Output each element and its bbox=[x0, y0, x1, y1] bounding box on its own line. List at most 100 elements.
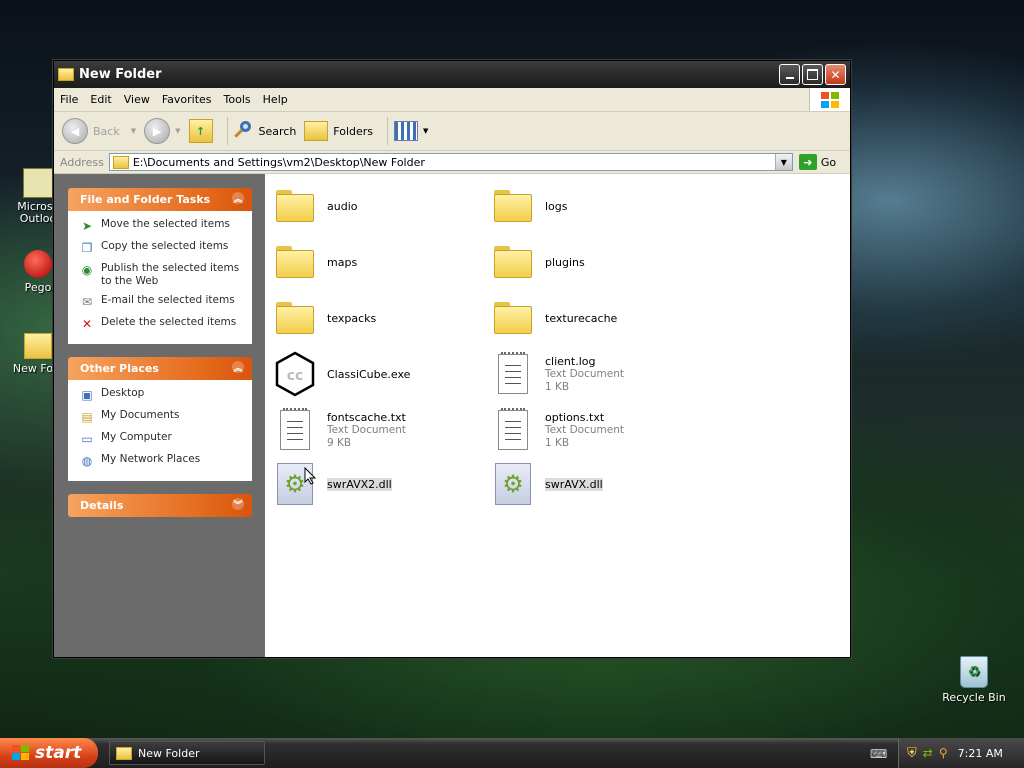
my-computer-icon: ▭ bbox=[81, 432, 93, 446]
task-label: Move the selected items bbox=[101, 218, 230, 230]
close-icon: ✕ bbox=[830, 67, 841, 82]
file-item-classicube[interactable]: cc ClassiCube.exe bbox=[271, 350, 410, 398]
text-document-icon bbox=[280, 408, 310, 450]
file-item-audio[interactable]: audio bbox=[271, 182, 357, 230]
task-label: E-mail the selected items bbox=[101, 294, 235, 306]
place-my-computer[interactable]: ▭ My Computer bbox=[79, 431, 252, 447]
file-name: plugins bbox=[545, 255, 585, 269]
file-name: swrAVX.dll bbox=[545, 477, 603, 491]
task-delete[interactable]: ✕ Delete the selected items bbox=[79, 316, 252, 332]
close-button[interactable]: ✕ bbox=[825, 64, 846, 85]
task-copy[interactable]: ❐ Copy the selected items bbox=[79, 240, 252, 256]
file-size: 9 KB bbox=[327, 436, 352, 449]
go-arrow-icon: ➜ bbox=[798, 154, 817, 170]
place-desktop[interactable]: ▣ Desktop bbox=[79, 387, 252, 403]
panel-header[interactable]: File and Folder Tasks ︽ bbox=[68, 188, 252, 211]
task-email[interactable]: ✉ E-mail the selected items bbox=[79, 294, 252, 310]
classicube-app-icon: cc bbox=[275, 351, 315, 397]
folder-icon bbox=[276, 302, 314, 334]
keyboard-icon[interactable]: ⌨ bbox=[870, 747, 887, 761]
panel-title: Details bbox=[80, 499, 124, 512]
text-document-icon bbox=[498, 408, 528, 450]
place-network[interactable]: ◍ My Network Places bbox=[79, 453, 252, 469]
file-name: fontscache.txt bbox=[327, 410, 406, 424]
task-pane: File and Folder Tasks ︽ ➤ Move the select… bbox=[54, 174, 265, 657]
file-item-options[interactable]: options.txt Text Document 1 KB bbox=[489, 406, 624, 454]
maximize-button[interactable] bbox=[802, 64, 823, 85]
window-title: New Folder bbox=[79, 67, 162, 82]
collapse-chevron-icon[interactable]: ︽ bbox=[232, 192, 244, 205]
folder-icon bbox=[276, 246, 314, 278]
folder-icon bbox=[24, 333, 52, 359]
title-bar[interactable]: New Folder ✕ bbox=[54, 61, 850, 88]
file-item-swravx[interactable]: ⚙ swrAVX.dll bbox=[489, 460, 603, 508]
place-label: My Network Places bbox=[101, 453, 201, 465]
details-panel: Details ︾ bbox=[68, 494, 252, 517]
security-shield-icon[interactable]: ⛨ bbox=[907, 746, 917, 761]
folders-button[interactable]: Folders bbox=[304, 121, 373, 141]
mouse-cursor-icon bbox=[304, 467, 316, 485]
go-button[interactable]: ➜ Go bbox=[798, 154, 836, 170]
file-name: maps bbox=[327, 255, 358, 269]
taskbar-item-new-folder[interactable]: New Folder bbox=[109, 741, 265, 765]
clock[interactable]: 7:21 AM bbox=[958, 747, 1003, 760]
panel-header[interactable]: Details ︾ bbox=[68, 494, 252, 517]
other-places-panel: Other Places ︽ ▣ Desktop ▤ My Documents ▭ M… bbox=[68, 357, 252, 481]
copy-icon: ❐ bbox=[81, 241, 93, 255]
desktop-icon-recycle-bin[interactable]: ♻ Recycle Bin bbox=[939, 656, 1009, 704]
file-name: logs bbox=[545, 199, 568, 213]
expand-chevron-icon[interactable]: ︾ bbox=[232, 498, 244, 511]
minimize-icon bbox=[785, 77, 794, 79]
file-item-maps[interactable]: maps bbox=[271, 238, 357, 286]
menu-file[interactable]: File bbox=[54, 93, 84, 106]
taskbar-item-label: New Folder bbox=[138, 746, 200, 760]
back-button[interactable]: ◀ Back ▼ bbox=[62, 118, 136, 144]
file-item-logs[interactable]: logs bbox=[489, 182, 568, 230]
file-type: Text Document bbox=[545, 367, 624, 380]
publish-web-icon: ◉ bbox=[81, 263, 93, 277]
folder-icon bbox=[58, 68, 74, 81]
menu-view[interactable]: View bbox=[118, 93, 156, 106]
place-label: My Documents bbox=[101, 409, 180, 421]
menu-favorites[interactable]: Favorites bbox=[156, 93, 218, 106]
search-tray-icon[interactable]: ⚲ bbox=[939, 746, 948, 760]
taskbar: start New Folder ⌨ ⛨ ⇄ ⚲ 7:21 AM bbox=[0, 738, 1024, 768]
file-item-client-log[interactable]: client.log Text Document 1 KB bbox=[489, 350, 624, 398]
address-dropdown-button[interactable]: ▼ bbox=[774, 154, 792, 170]
file-item-texturecache[interactable]: texturecache bbox=[489, 294, 617, 342]
windows-logo-icon bbox=[809, 88, 850, 111]
file-folder-tasks-panel: File and Folder Tasks ︽ ➤ Move the select… bbox=[68, 188, 252, 344]
panel-header[interactable]: Other Places ︽ bbox=[68, 357, 252, 380]
file-item-texpacks[interactable]: texpacks bbox=[271, 294, 376, 342]
email-icon: ✉ bbox=[81, 295, 93, 309]
place-my-documents[interactable]: ▤ My Documents bbox=[79, 409, 252, 425]
file-item-fontscache[interactable]: fontscache.txt Text Document 9 KB bbox=[271, 406, 406, 454]
task-move[interactable]: ➤ Move the selected items bbox=[79, 218, 252, 234]
file-size: 1 KB bbox=[545, 380, 570, 393]
network-icon[interactable]: ⇄ bbox=[923, 746, 933, 760]
menu-tools[interactable]: Tools bbox=[218, 93, 257, 106]
address-input[interactable]: E:\Documents and Settings\vm2\Desktop\Ne… bbox=[108, 153, 793, 171]
file-item-plugins[interactable]: plugins bbox=[489, 238, 585, 286]
menu-edit[interactable]: Edit bbox=[84, 93, 117, 106]
folder-icon bbox=[116, 746, 132, 760]
views-button[interactable]: ▼ bbox=[394, 121, 428, 141]
my-documents-icon: ▤ bbox=[81, 410, 93, 424]
up-folder-button[interactable]: ↑ bbox=[188, 119, 213, 143]
file-name: texturecache bbox=[545, 311, 618, 325]
toolbar: ◀ Back ▼ ▶ ▼ ↑ Search Folders ▼ bbox=[54, 112, 850, 151]
task-publish[interactable]: ◉ Publish the selected items to the Web bbox=[79, 262, 252, 288]
collapse-chevron-icon[interactable]: ︽ bbox=[232, 361, 244, 374]
forward-button[interactable]: ▶ ▼ bbox=[144, 118, 181, 144]
task-label: Publish the selected items to the Web bbox=[101, 262, 240, 287]
file-item-swravx2[interactable]: ⚙ swrAVX2.dll bbox=[271, 460, 392, 508]
start-button[interactable]: start bbox=[0, 738, 98, 768]
toolbar-divider bbox=[387, 117, 389, 145]
search-button[interactable]: Search bbox=[233, 121, 296, 141]
minimize-button[interactable] bbox=[779, 64, 800, 85]
menu-help[interactable]: Help bbox=[257, 93, 294, 106]
text-document-icon bbox=[498, 352, 528, 394]
toolbar-divider bbox=[226, 117, 228, 145]
file-list: audio logs maps plugins texpacks texture… bbox=[265, 174, 850, 657]
folder-icon bbox=[494, 302, 532, 334]
